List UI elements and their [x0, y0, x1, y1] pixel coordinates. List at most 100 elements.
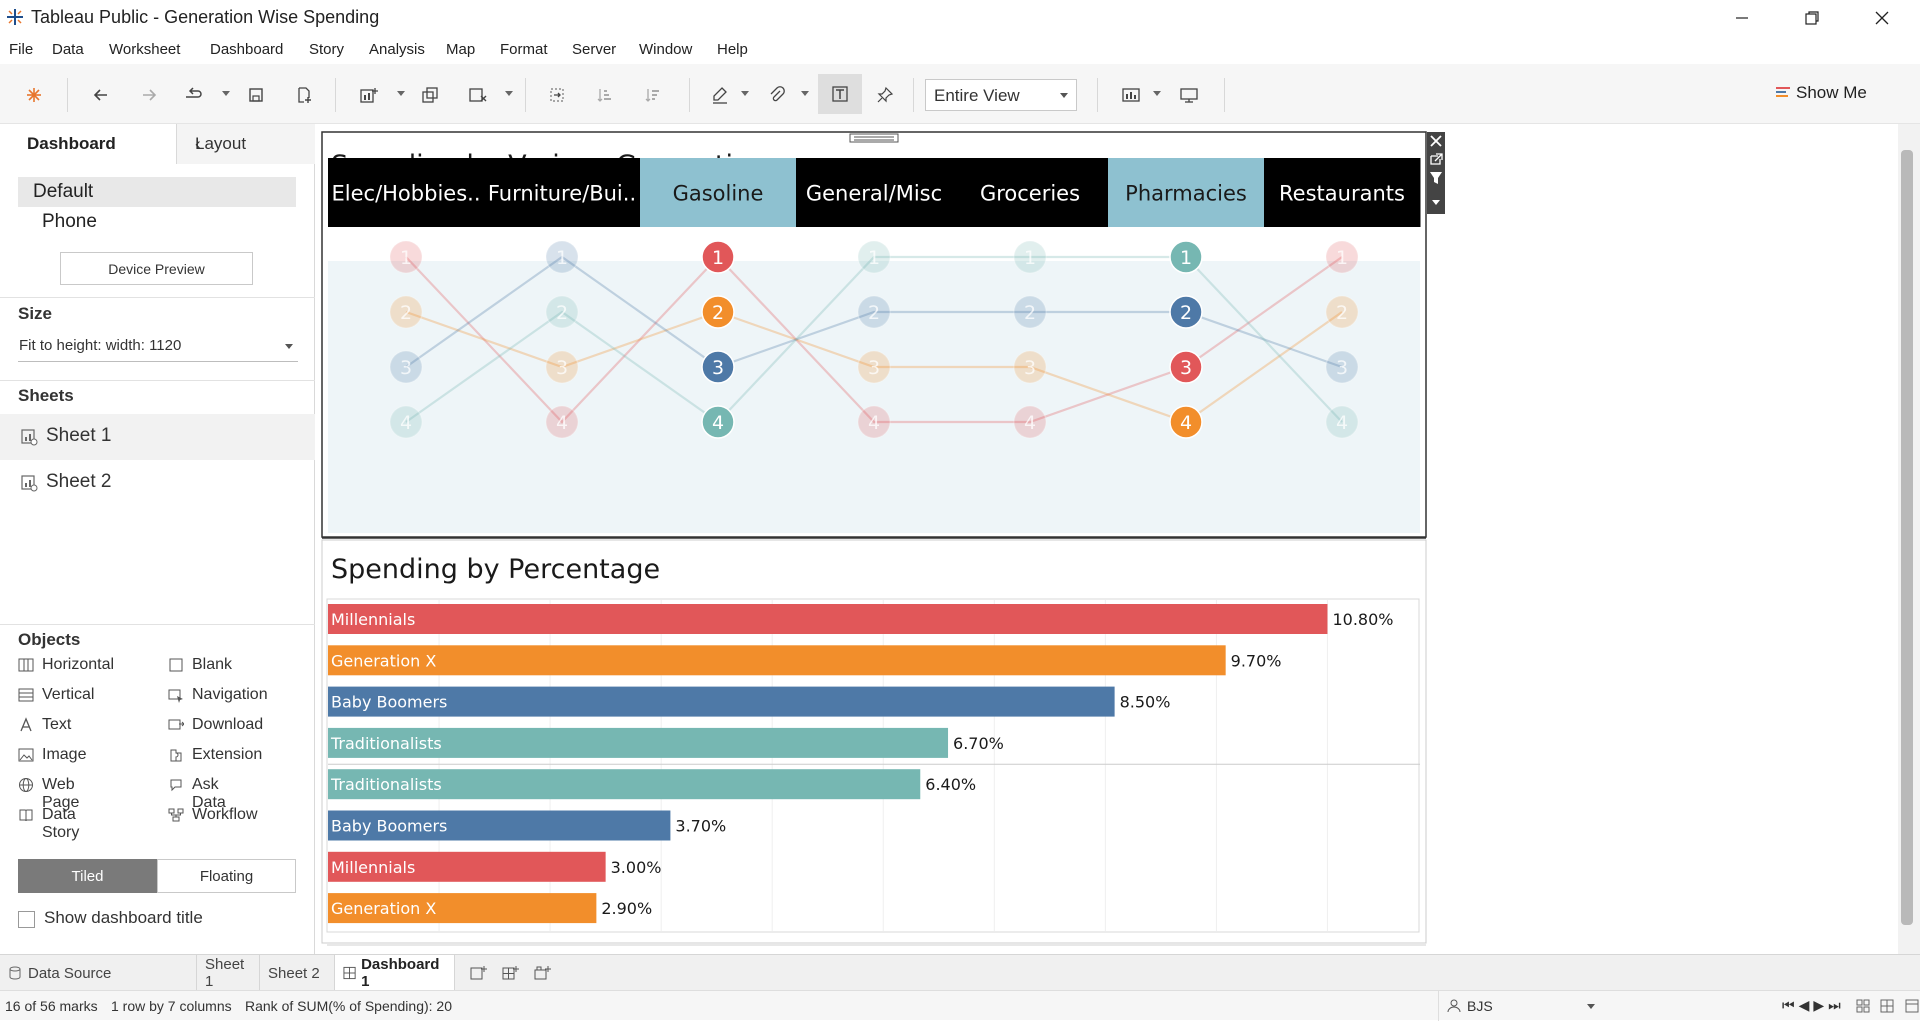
menu-data[interactable]: Data	[52, 41, 84, 58]
sheet-item-2[interactable]: Sheet 2	[0, 460, 315, 506]
show-cards-icon	[1122, 88, 1140, 102]
fit-view-select[interactable]: Entire View	[925, 79, 1077, 111]
tab-sheet-1[interactable]: Sheet 1	[196, 955, 259, 991]
toolbar-separator	[67, 78, 68, 112]
replay-animation-button[interactable]	[182, 83, 206, 107]
sort-ascending-button[interactable]	[593, 83, 617, 107]
user-select[interactable]: BJS	[1438, 991, 1608, 1021]
bar-value-label: 6.70%	[953, 734, 1004, 753]
scrollbar-thumb[interactable]	[1901, 150, 1913, 925]
menu-worksheet[interactable]: Worksheet	[109, 41, 180, 58]
menu-dashboard[interactable]: Dashboard	[210, 41, 283, 58]
bump-point-label: 4	[1336, 412, 1348, 434]
sheet-item-1[interactable]: Sheet 1	[0, 414, 315, 460]
caret-down-icon[interactable]	[222, 91, 230, 96]
minimize-button[interactable]	[1712, 0, 1772, 36]
menu-file[interactable]: File	[9, 41, 33, 58]
object-label: Workflow	[192, 806, 258, 823]
size-select-value: Fit to height: width: 1120	[19, 337, 182, 354]
new-data-source-button[interactable]	[292, 83, 316, 107]
collapse-chevron-icon[interactable]: ‹	[195, 134, 201, 154]
bump-point-label: 4	[868, 412, 880, 434]
tabs-view-icon[interactable]	[1905, 999, 1919, 1013]
show-me-button[interactable]: Show Me	[1774, 80, 1884, 108]
bar-category-label: Millennials	[331, 858, 415, 877]
filmstrip-view-icon[interactable]	[1856, 999, 1870, 1013]
bump-point-label: 3	[400, 357, 412, 379]
group-members-button[interactable]	[765, 83, 789, 107]
dashboard-side-panel: Dashboard Layout ‹ Default Phone Device …	[0, 124, 315, 954]
tableau-home-button[interactable]	[22, 83, 46, 107]
caret-down-icon	[285, 344, 293, 349]
bar-value-label: 3.70%	[675, 817, 726, 836]
first-tab-icon[interactable]: ⏮	[1782, 997, 1799, 1013]
redo-button[interactable]	[137, 83, 161, 107]
ask-data-icon	[170, 779, 182, 792]
new-worksheet-tab-button[interactable]	[462, 955, 496, 991]
bump-point-label: 3	[712, 357, 724, 379]
show-me-label: Show Me	[1796, 83, 1867, 102]
tab-layout[interactable]: Layout ‹	[177, 124, 315, 164]
bar-category-label: Traditionalists	[330, 734, 442, 753]
menu-story[interactable]: Story	[309, 41, 344, 58]
size-select[interactable]: Fit to height: width: 1120	[18, 328, 298, 362]
sheets-heading: Sheets	[18, 386, 74, 405]
bar	[328, 604, 1328, 634]
fix-axes-button[interactable]	[873, 83, 897, 107]
presentation-mode-button[interactable]	[1177, 83, 1201, 107]
swap-rows-columns-button[interactable]	[545, 83, 569, 107]
menu-format[interactable]: Format	[500, 41, 548, 58]
menu-map[interactable]: Map	[446, 41, 475, 58]
container-drag-handle[interactable]	[849, 133, 899, 143]
next-tab-icon[interactable]: ▶	[1813, 997, 1828, 1013]
device-default[interactable]: Default	[18, 177, 296, 207]
status-bar: 16 of 56 marks 1 row by 7 columns Rank o…	[0, 990, 1920, 1021]
duplicate-sheet-button[interactable]	[418, 83, 442, 107]
caret-down-icon[interactable]	[1153, 91, 1161, 96]
restore-button[interactable]	[1782, 0, 1842, 36]
caret-down-icon[interactable]	[397, 91, 405, 96]
new-dashboard-tab-button[interactable]	[494, 955, 528, 991]
menu-window[interactable]: Window	[639, 41, 692, 58]
prev-tab-icon[interactable]: ◀	[1799, 997, 1814, 1013]
tiled-toggle[interactable]: Tiled	[18, 859, 157, 893]
highlight-button[interactable]	[708, 83, 732, 107]
view-mode-buttons	[1856, 999, 1919, 1018]
sort-descending-button[interactable]	[641, 83, 665, 107]
show-dashboard-title-checkbox[interactable]	[18, 911, 35, 928]
menu-help[interactable]: Help	[717, 41, 748, 58]
bar-category-label: Baby Boomers	[331, 693, 447, 712]
tab-dashboard-1[interactable]: Dashboard 1	[334, 955, 455, 991]
sort-ascending-icon	[597, 89, 611, 102]
new-story-tab-button[interactable]	[526, 955, 560, 991]
tab-sheet-2[interactable]: Sheet 2	[259, 955, 329, 991]
sheet-sorter-icon[interactable]	[1880, 999, 1894, 1013]
floating-toggle[interactable]: Floating	[157, 859, 296, 893]
save-button[interactable]	[244, 83, 268, 107]
bar-value-label: 8.50%	[1120, 693, 1171, 712]
new-story-icon	[534, 966, 551, 980]
close-window-button[interactable]	[1852, 0, 1912, 36]
last-tab-icon[interactable]: ⏭	[1828, 997, 1845, 1013]
save-icon	[249, 88, 263, 102]
menu-server[interactable]: Server	[572, 41, 616, 58]
show-cards-button[interactable]	[1119, 83, 1143, 107]
menu-analysis[interactable]: Analysis	[369, 41, 425, 58]
device-preview-button[interactable]: Device Preview	[60, 252, 253, 285]
tab-navigation-arrows[interactable]: ⏮◀▶⏭	[1782, 997, 1845, 1014]
tab-data-source[interactable]: Data Source	[0, 955, 196, 991]
new-worksheet-icon	[470, 966, 487, 980]
tab-dashboard-1-label: Dashboard 1	[361, 956, 440, 990]
device-phone[interactable]: Phone	[18, 207, 296, 237]
caret-down-icon[interactable]	[505, 91, 513, 96]
database-icon	[9, 966, 21, 980]
clear-sheet-button[interactable]	[466, 83, 490, 107]
fit-view-value: Entire View	[934, 86, 1020, 105]
tab-dashboard[interactable]: Dashboard	[0, 124, 177, 164]
show-mark-labels-button[interactable]	[818, 74, 862, 114]
caret-down-icon[interactable]	[741, 91, 749, 96]
new-worksheet-button[interactable]	[357, 83, 381, 107]
undo-button[interactable]	[89, 83, 113, 107]
caret-down-icon[interactable]	[801, 91, 809, 96]
image-icon	[18, 748, 34, 762]
